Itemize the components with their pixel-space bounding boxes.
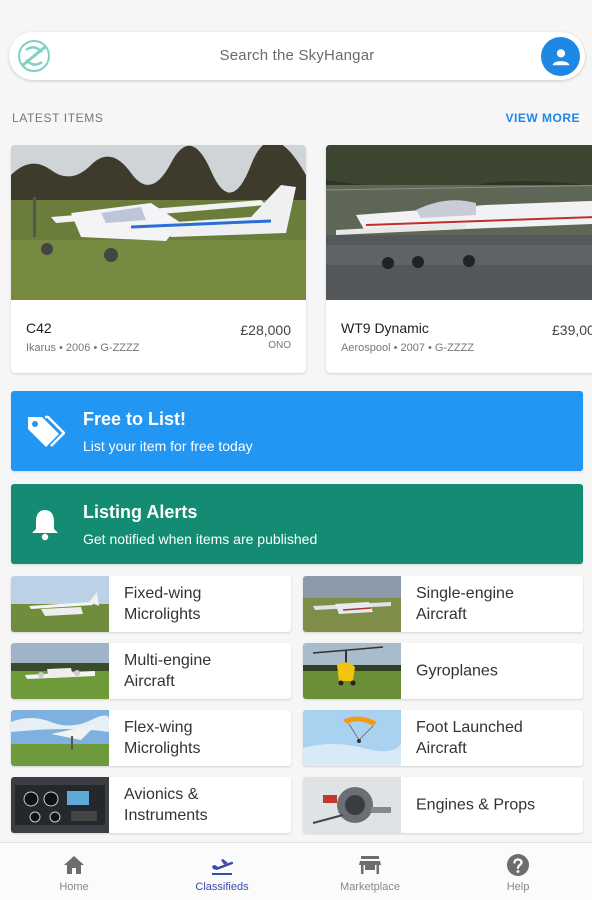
bell-icon (29, 506, 69, 542)
bottom-navigation: Home Classifieds Marketplace Help (0, 842, 592, 900)
listing-title: C42 (26, 320, 52, 336)
nav-label: Help (506, 881, 530, 893)
banner-title: Free to List! (83, 409, 187, 429)
category-photo (11, 643, 109, 699)
store-icon (359, 856, 381, 874)
listing-title: WT9 Dynamic (341, 320, 429, 336)
nav-marketplace[interactable]: Marketplace (296, 843, 444, 900)
category-label: Avionics & Instruments (124, 786, 208, 824)
home-icon (64, 856, 84, 874)
category-flex-wing-microlights[interactable]: Flex-wing Microlights (11, 710, 291, 766)
category-multi-engine-aircraft[interactable]: Multi-engine Aircraft (11, 643, 291, 699)
category-engines-props[interactable]: Engines & Props (303, 777, 583, 833)
listing-alerts-banner[interactable]: Listing Alerts Get notified when items a… (11, 484, 583, 564)
category-foot-launched-aircraft[interactable]: Foot Launched Aircraft (303, 710, 583, 766)
category-label: Fixed-wing Microlights (124, 585, 202, 623)
category-label: Flex-wing Microlights (124, 719, 201, 757)
category-photo (11, 777, 109, 833)
listing-photo (11, 145, 306, 300)
category-photo (11, 710, 110, 766)
category-fixed-wing-microlights[interactable]: Fixed-wing Microlights (11, 576, 291, 632)
search-bar[interactable]: Search the SkyHangar (9, 32, 585, 80)
nav-label: Classifieds (195, 881, 249, 893)
category-photo (303, 643, 401, 699)
category-photo (303, 710, 401, 766)
person-icon (552, 48, 569, 65)
listing-card[interactable]: WT9 Dynamic Aerospool • 2007 • G-ZZZZ £3… (326, 145, 592, 373)
airplane-takeoff-icon (212, 859, 234, 875)
account-avatar[interactable] (541, 37, 580, 76)
nav-label: Home (59, 881, 89, 893)
category-label: Foot Launched Aircraft (416, 719, 523, 757)
banner-title: Listing Alerts (83, 502, 198, 522)
category-gyroplanes[interactable]: Gyroplanes (303, 643, 583, 699)
listing-price-note: ONO (268, 340, 291, 351)
category-label: Multi-engine Aircraft (124, 652, 212, 690)
tags-icon (25, 413, 66, 449)
category-photo (303, 576, 401, 632)
banner-subtitle: Get notified when items are published (83, 531, 318, 547)
listing-meta: Ikarus • 2006 • G-ZZZZ (26, 342, 140, 354)
category-label: Engines & Props (416, 796, 536, 814)
category-photo (11, 576, 109, 632)
listing-card[interactable]: C42 Ikarus • 2006 • G-ZZZZ £28,000 ONO (11, 145, 306, 373)
latest-items-header: LATEST ITEMS VIEW MORE (12, 110, 580, 126)
category-label: Single-engine Aircraft (416, 585, 514, 623)
section-title: LATEST ITEMS (12, 111, 104, 125)
category-avionics-instruments[interactable]: Avionics & Instruments (11, 777, 291, 833)
listing-price: £39,00 (552, 322, 592, 338)
listing-photo (326, 145, 592, 300)
nav-classifieds[interactable]: Classifieds (148, 843, 296, 900)
category-single-engine-aircraft[interactable]: Single-engine Aircraft (303, 576, 583, 632)
nav-help[interactable]: Help (444, 843, 592, 900)
view-more-link[interactable]: VIEW MORE (505, 111, 580, 125)
listing-price: £28,000 (240, 322, 291, 338)
nav-label: Marketplace (340, 881, 400, 893)
search-input[interactable]: Search the SkyHangar (9, 47, 585, 64)
listing-meta: Aerospool • 2007 • G-ZZZZ (341, 342, 475, 354)
category-label: Gyroplanes (416, 662, 498, 680)
banner-subtitle: List your item for free today (83, 438, 253, 454)
category-photo (303, 777, 401, 833)
free-to-list-banner[interactable]: Free to List! List your item for free to… (11, 391, 583, 471)
nav-home[interactable]: Home (0, 843, 148, 900)
help-icon (507, 854, 529, 876)
